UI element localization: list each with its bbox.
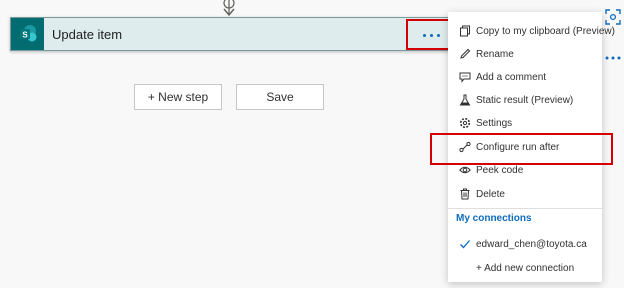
- sharepoint-icon: S: [11, 18, 44, 50]
- focus-icon: [605, 9, 621, 25]
- save-button[interactable]: Save: [236, 84, 324, 110]
- add-new-connection-button[interactable]: + Add new connection: [448, 257, 602, 279]
- menu-item-label: Rename: [476, 48, 514, 60]
- eye-icon: [458, 163, 472, 177]
- menu-item-copy-to-clipboard[interactable]: Copy to my clipboard (Preview): [448, 20, 615, 42]
- menu-item-label: Add a comment: [476, 71, 547, 83]
- connection-email: edward_chen@toyota.ca: [476, 238, 587, 250]
- connection-item[interactable]: edward_chen@toyota.ca: [448, 233, 602, 255]
- menu-divider: [448, 208, 602, 209]
- add-new-connection-label: + Add new connection: [476, 262, 575, 274]
- svg-text:S: S: [22, 31, 28, 40]
- card-title: Update item: [52, 27, 123, 42]
- zoom-fit-button[interactable]: [604, 8, 622, 26]
- menu-item-label: Copy to my clipboard (Preview): [476, 25, 615, 37]
- connector-arrow-icon: [223, 0, 235, 16]
- menu-item-static-result[interactable]: Static result (Preview): [448, 89, 602, 111]
- gear-icon: [458, 116, 472, 130]
- menu-item-label: Settings: [476, 117, 513, 129]
- flow-designer-canvas: S Update item + New step Save Copy to my…: [0, 0, 624, 288]
- side-more-button[interactable]: [604, 48, 624, 60]
- menu-item-add-comment[interactable]: Add a comment: [448, 66, 602, 88]
- ellipsis-icon: [605, 56, 621, 60]
- menu-item-label: Delete: [476, 188, 505, 200]
- flask-icon: [458, 93, 472, 107]
- my-connections-heading: My connections: [456, 213, 532, 224]
- new-step-button[interactable]: + New step: [134, 84, 222, 110]
- menu-item-label: Static result (Preview): [476, 94, 574, 106]
- more-options-highlight: [406, 19, 453, 50]
- menu-item-rename[interactable]: Rename: [448, 43, 602, 65]
- pencil-icon: [458, 47, 472, 61]
- menu-item-settings[interactable]: Settings: [448, 112, 602, 134]
- menu-item-delete[interactable]: Delete: [448, 183, 602, 205]
- menu-item-label: Peek code: [476, 164, 524, 176]
- comment-icon: [458, 70, 472, 84]
- trash-icon: [458, 187, 472, 201]
- checkmark-icon: [458, 237, 472, 251]
- configure-run-after-highlight: [430, 133, 613, 165]
- copy-icon: [458, 24, 472, 38]
- update-item-action-card[interactable]: S Update item: [10, 17, 450, 51]
